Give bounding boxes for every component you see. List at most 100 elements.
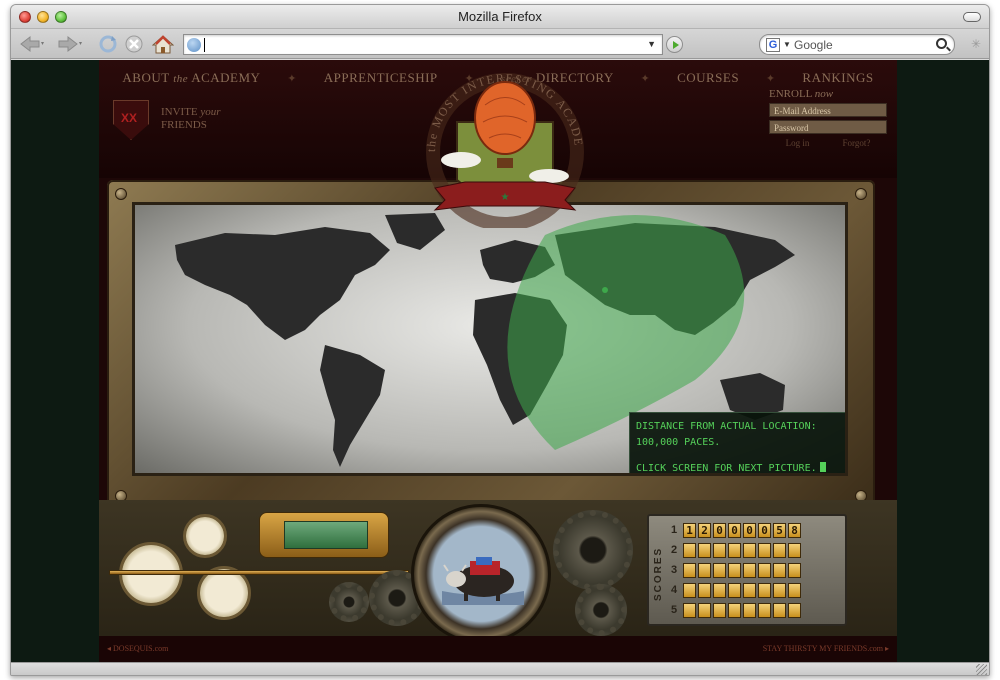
score-digit: [773, 542, 786, 558]
score-digit: [698, 542, 711, 558]
score-rank: 1: [671, 524, 678, 536]
enroll-form: ENROLL now E-Mail Address Password Log i…: [769, 88, 887, 148]
readout-line-1: DISTANCE FROM ACTUAL LOCATION:: [636, 421, 817, 432]
forward-button[interactable]: [55, 33, 85, 55]
score-digit: [788, 542, 801, 558]
dosequis-link[interactable]: ◂ DOSEQUIS.com: [107, 636, 168, 662]
score-digit: [743, 602, 756, 618]
score-digit: 2: [698, 522, 711, 538]
score-digit: [788, 582, 801, 598]
stop-button[interactable]: [123, 33, 145, 55]
score-digit: [698, 562, 711, 578]
brass-pipe: [109, 570, 409, 575]
location-photo-porthole[interactable]: [411, 504, 551, 644]
magnifier-icon[interactable]: [936, 38, 947, 49]
score-digit: [758, 582, 771, 598]
balloon-icon: [474, 81, 536, 155]
browser-window: Mozilla Firefox ▼ G ▼ Google ✳ ABOUT the…: [10, 4, 990, 676]
nav-separator-icon: ✦: [287, 72, 297, 85]
password-field[interactable]: Password: [769, 120, 887, 134]
search-bar[interactable]: G ▼ Google: [759, 34, 955, 55]
cloud-icon: [529, 169, 569, 183]
resize-grip-icon[interactable]: [976, 664, 987, 675]
score-digit: [728, 542, 741, 558]
score-digit: [758, 562, 771, 578]
nav-separator-icon: ✦: [765, 72, 776, 85]
score-digit: 1: [683, 522, 696, 538]
window-title: Mozilla Firefox: [458, 9, 542, 24]
score-digit: [728, 602, 741, 618]
score-digit: [788, 602, 801, 618]
reload-button[interactable]: [97, 33, 119, 55]
score-digit: [713, 542, 726, 558]
title-bar: Mozilla Firefox: [11, 5, 989, 29]
score-rank: 5: [671, 604, 678, 616]
svg-text:★: ★: [501, 192, 510, 203]
score-digit: [713, 602, 726, 618]
score-rank: 2: [671, 544, 678, 556]
score-digit: 0: [743, 522, 756, 538]
score-digit: [728, 562, 741, 578]
reload-icon: [99, 35, 117, 53]
score-digit: [683, 602, 696, 618]
back-button[interactable]: [17, 33, 47, 55]
email-field[interactable]: E-Mail Address: [769, 103, 887, 117]
score-digit: [743, 562, 756, 578]
scores-label: SCORES: [653, 546, 664, 602]
readout-line-3: CLICK SCREEN FOR NEXT PICTURE.: [636, 461, 844, 473]
xx-shield-icon: [113, 100, 149, 140]
stay-thirsty-link[interactable]: STAY THIRSTY MY FRIENDS.com ▸: [763, 636, 889, 662]
blinking-cursor: [819, 462, 826, 472]
score-row: 3: [671, 562, 803, 578]
text-cursor: [204, 38, 205, 52]
search-placeholder: Google: [794, 38, 833, 52]
pressure-gauge-icon: [183, 514, 227, 558]
score-digit: [788, 562, 801, 578]
address-bar[interactable]: ▼: [183, 34, 663, 55]
nav-rankings[interactable]: RANKINGS: [802, 70, 873, 86]
navigation-toolbar: ▼ G ▼ Google ✳: [11, 29, 989, 59]
guess-marker: [602, 287, 608, 293]
readout-line-2: 100,000 PACES.: [636, 437, 721, 448]
map-screen[interactable]: DISTANCE FROM ACTUAL LOCATION: 100,000 P…: [132, 202, 848, 476]
invite-friends-link[interactable]: INVITE your FRIENDS: [113, 100, 233, 144]
continent-north-america: [175, 227, 390, 340]
yak-photo: [442, 557, 524, 605]
score-digit: [713, 562, 726, 578]
url-history-dropdown-icon[interactable]: ▼: [647, 39, 656, 49]
score-digit: 0: [713, 522, 726, 538]
forward-arrow-icon: [58, 35, 82, 53]
go-button[interactable]: [666, 36, 683, 53]
stop-icon: [125, 35, 143, 53]
home-button[interactable]: [151, 33, 175, 55]
search-engine-dropdown-icon[interactable]: ▼: [783, 40, 791, 49]
score-digit: [758, 542, 771, 558]
google-engine-icon[interactable]: G: [766, 38, 780, 52]
site-footer: ◂ DOSEQUIS.com STAY THIRSTY MY FRIENDS.c…: [99, 636, 897, 662]
back-arrow-icon: [20, 35, 44, 53]
gear-icon: [329, 582, 369, 622]
scores-board: SCORES 1120000582345: [647, 514, 847, 626]
gear-icon: [575, 584, 627, 636]
map-machine-frame: DISTANCE FROM ACTUAL LOCATION: 100,000 P…: [107, 180, 875, 510]
gear-icon: [553, 510, 633, 590]
score-digit: [773, 562, 786, 578]
nav-courses[interactable]: COURSES: [677, 70, 739, 86]
score-digit: [698, 602, 711, 618]
score-digit: [683, 542, 696, 558]
machinery-panel: SCORES 1120000582345: [99, 500, 897, 644]
progress-tube: [259, 512, 389, 558]
score-digit: [728, 582, 741, 598]
nav-apprenticeship[interactable]: APPRENTICESHIP: [324, 70, 438, 86]
nav-about-academy[interactable]: ABOUT the ACADEMY: [122, 70, 260, 86]
score-digit: [683, 562, 696, 578]
distance-readout: DISTANCE FROM ACTUAL LOCATION: 100,000 P…: [629, 412, 845, 473]
toolbar-toggle-button[interactable]: [963, 12, 981, 22]
continent-south-america: [320, 345, 385, 467]
site-frame: ABOUT the ACADEMY ✦ APPRENTICESHIP ✦ see…: [99, 60, 897, 662]
score-row: 4: [671, 582, 803, 598]
status-bar: [11, 662, 989, 675]
forgot-link[interactable]: Forgot?: [843, 138, 871, 148]
login-link[interactable]: Log in: [786, 138, 810, 148]
score-digit: 0: [728, 522, 741, 538]
